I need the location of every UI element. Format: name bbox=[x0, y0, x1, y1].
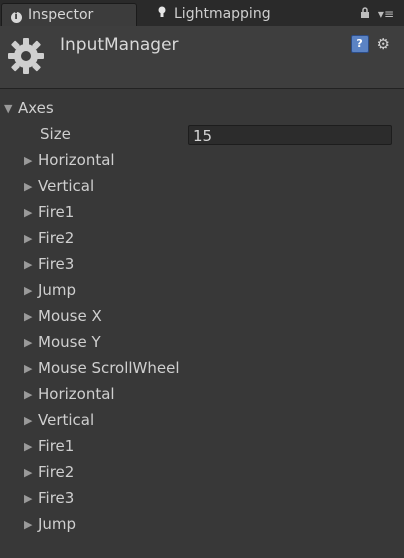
info-icon: i bbox=[8, 7, 24, 23]
axis-label: Fire1 bbox=[38, 437, 75, 455]
component-title: InputManager bbox=[60, 35, 179, 55]
axis-item-fire3-2[interactable]: ▶ Fire3 bbox=[24, 488, 74, 508]
lock-icon[interactable] bbox=[360, 7, 370, 21]
foldout-right-icon: ▶ bbox=[24, 335, 33, 349]
foldout-right-icon: ▶ bbox=[24, 491, 33, 505]
settings-gear-icon[interactable]: ⚙ bbox=[377, 35, 390, 53]
tab-lightmapping[interactable]: Lightmapping bbox=[148, 3, 271, 25]
foldout-right-icon: ▶ bbox=[24, 231, 33, 245]
axis-item-mouse-scrollwheel[interactable]: ▶ Mouse ScrollWheel bbox=[24, 358, 180, 378]
axis-label: Horizontal bbox=[38, 385, 115, 403]
tab-tools: ▾≡ bbox=[360, 7, 394, 21]
axes-label: Axes bbox=[18, 99, 54, 117]
axis-item-mouse-x[interactable]: ▶ Mouse X bbox=[24, 306, 102, 326]
foldout-right-icon: ▶ bbox=[24, 153, 33, 167]
axes-foldout[interactable]: ▼ Axes bbox=[4, 98, 54, 118]
menu-icon[interactable]: ▾≡ bbox=[378, 7, 394, 21]
foldout-right-icon: ▶ bbox=[24, 413, 33, 427]
foldout-right-icon: ▶ bbox=[24, 205, 33, 219]
axis-label: Fire2 bbox=[38, 229, 75, 247]
tab-label: Inspector bbox=[28, 7, 94, 23]
axis-item-mouse-y[interactable]: ▶ Mouse Y bbox=[24, 332, 101, 352]
help-icon[interactable]: ? bbox=[350, 35, 369, 53]
axis-label: Mouse ScrollWheel bbox=[38, 359, 180, 377]
header-icons: ? ⚙ bbox=[350, 35, 390, 53]
tab-inspector[interactable]: i Inspector bbox=[1, 3, 137, 26]
axis-item-fire1[interactable]: ▶ Fire1 bbox=[24, 202, 74, 222]
size-field[interactable]: 15 bbox=[188, 125, 392, 145]
size-row: Size bbox=[40, 124, 71, 144]
axis-item-fire2[interactable]: ▶ Fire2 bbox=[24, 228, 74, 248]
lightbulb-icon bbox=[154, 6, 170, 22]
foldout-down-icon: ▼ bbox=[4, 101, 13, 115]
foldout-right-icon: ▶ bbox=[24, 439, 33, 453]
axis-label: Vertical bbox=[38, 177, 95, 195]
axis-label: Fire2 bbox=[38, 463, 75, 481]
axis-label: Mouse X bbox=[38, 307, 102, 325]
axis-item-fire1-2[interactable]: ▶ Fire1 bbox=[24, 436, 74, 456]
axis-item-jump-2[interactable]: ▶ Jump bbox=[24, 514, 76, 534]
axis-label: Fire3 bbox=[38, 489, 75, 507]
axis-item-vertical[interactable]: ▶ Vertical bbox=[24, 176, 94, 196]
tab-label: Lightmapping bbox=[174, 6, 271, 22]
axis-item-fire2-2[interactable]: ▶ Fire2 bbox=[24, 462, 74, 482]
axis-label: Fire3 bbox=[38, 255, 75, 273]
gear-icon bbox=[6, 36, 46, 76]
inspector-header: InputManager ? ⚙ bbox=[0, 26, 404, 89]
axis-label: Fire1 bbox=[38, 203, 75, 221]
size-label: Size bbox=[40, 125, 71, 143]
axis-label: Jump bbox=[38, 281, 77, 299]
tab-bar: i Inspector Lightmapping ▾≡ bbox=[0, 0, 404, 27]
foldout-right-icon: ▶ bbox=[24, 361, 33, 375]
foldout-right-icon: ▶ bbox=[24, 283, 33, 297]
foldout-right-icon: ▶ bbox=[24, 257, 33, 271]
axis-label: Vertical bbox=[38, 411, 95, 429]
axis-item-vertical-2[interactable]: ▶ Vertical bbox=[24, 410, 94, 430]
axis-label: Jump bbox=[38, 515, 77, 533]
axis-item-horizontal[interactable]: ▶ Horizontal bbox=[24, 150, 115, 170]
foldout-right-icon: ▶ bbox=[24, 309, 33, 323]
foldout-right-icon: ▶ bbox=[24, 517, 33, 531]
foldout-right-icon: ▶ bbox=[24, 465, 33, 479]
axis-label: Horizontal bbox=[38, 151, 115, 169]
foldout-right-icon: ▶ bbox=[24, 387, 33, 401]
axis-item-fire3[interactable]: ▶ Fire3 bbox=[24, 254, 74, 274]
axis-item-horizontal-2[interactable]: ▶ Horizontal bbox=[24, 384, 115, 404]
foldout-right-icon: ▶ bbox=[24, 179, 33, 193]
axis-label: Mouse Y bbox=[38, 333, 101, 351]
axis-item-jump[interactable]: ▶ Jump bbox=[24, 280, 76, 300]
